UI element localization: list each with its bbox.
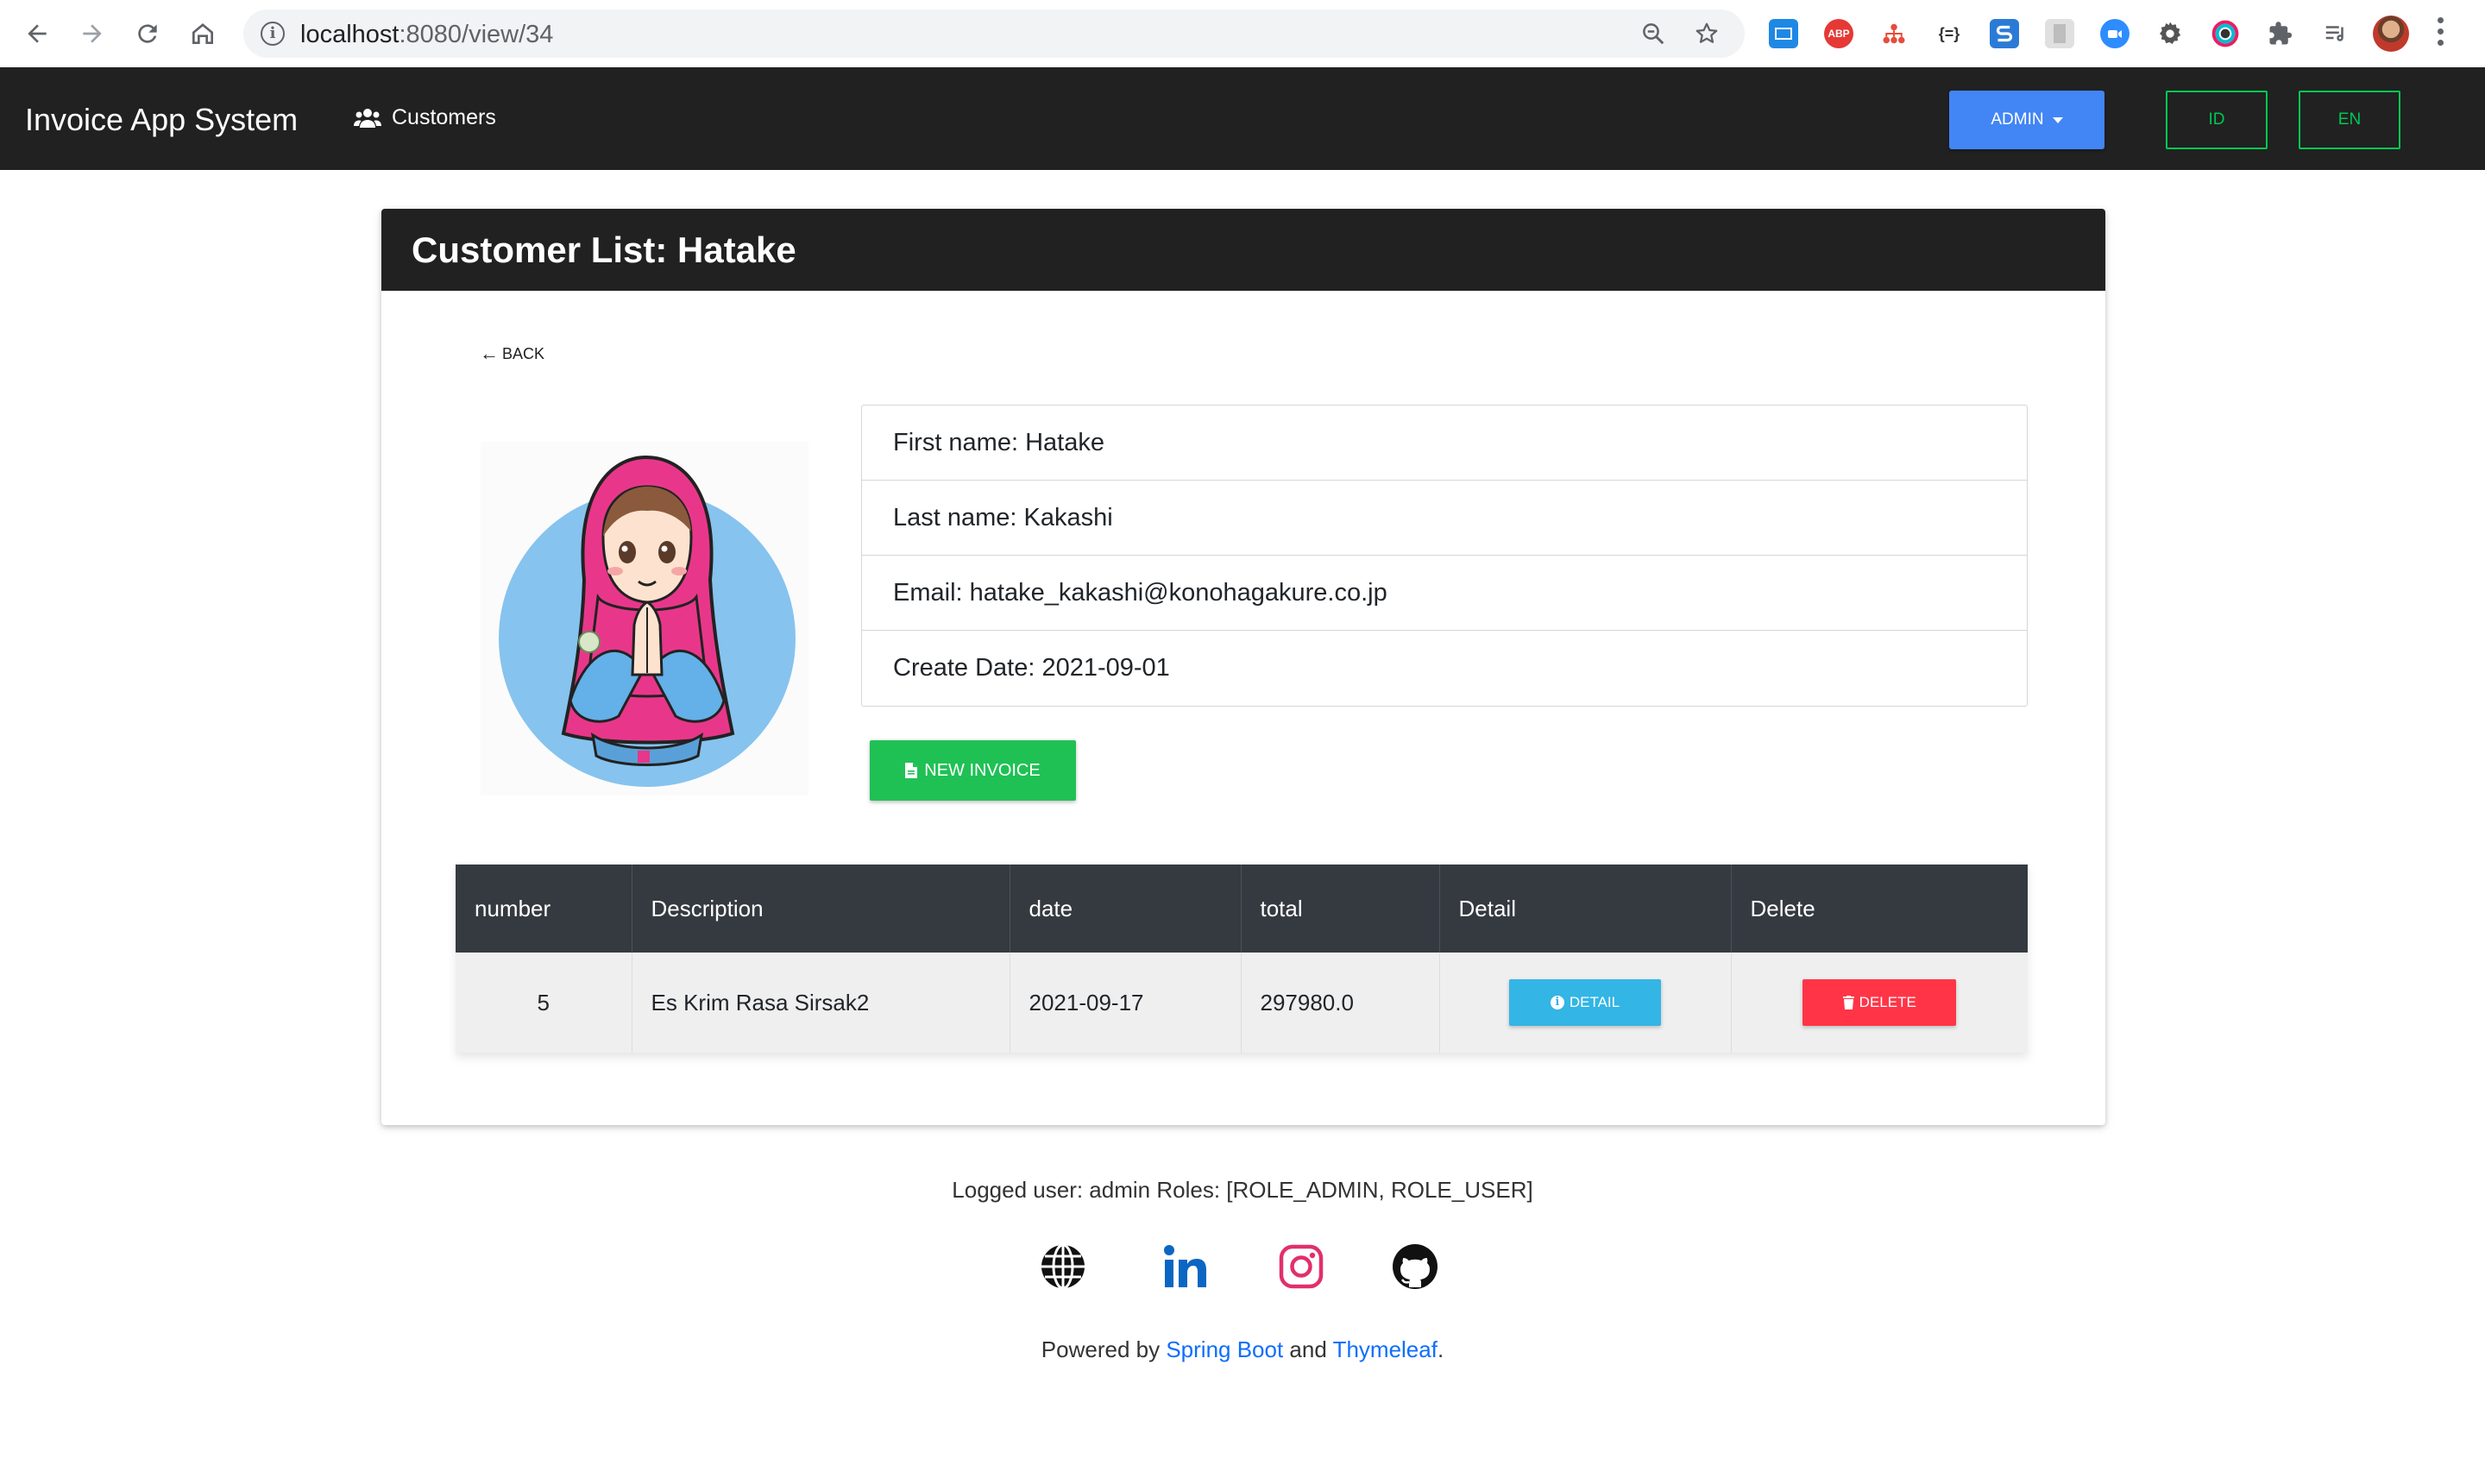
powered-and: and (1283, 1336, 1333, 1362)
zoom-meeting-icon[interactable] (2100, 19, 2130, 48)
cell-delete: DELETE (1731, 953, 2028, 1053)
browser-menu-icon[interactable] (2436, 17, 2444, 50)
bookmark-star-icon[interactable] (1693, 20, 1721, 47)
address-bar[interactable]: i localhost:8080/view/34 (243, 9, 1745, 58)
col-number-header: number (456, 865, 632, 953)
file-icon (905, 763, 918, 778)
zoom-icon[interactable] (1639, 20, 1667, 47)
home-icon[interactable] (183, 14, 223, 53)
page-title: Customer List: Hatake (412, 230, 796, 270)
extension-s-icon[interactable] (1990, 19, 2019, 48)
detail-button[interactable]: i DETAIL (1509, 979, 1661, 1026)
back-link[interactable]: ← BACK (480, 344, 544, 363)
card-header: Customer List: Hatake (381, 209, 2105, 291)
browser-toolbar: i localhost:8080/view/34 ABP {=} (0, 0, 2485, 68)
cell-total: 297980.0 (1241, 953, 1440, 1053)
powered-by-text: Powered by Spring Boot and Thymeleaf. (0, 1336, 2485, 1363)
users-icon (354, 108, 381, 128)
instagram-icon[interactable] (1277, 1242, 1325, 1291)
reload-icon[interactable] (128, 14, 167, 53)
linkedin-icon[interactable] (1161, 1242, 1210, 1291)
admin-dropdown-button[interactable]: ADMIN (1949, 91, 2104, 149)
table-header-row: number Description date total Detail Del… (456, 865, 2028, 953)
col-description-header: Description (632, 865, 1010, 953)
first-name-item: First name: Hatake (862, 406, 2027, 481)
powered-period: . (1437, 1336, 1444, 1362)
github-icon[interactable] (1391, 1242, 1439, 1291)
extensions-puzzle-icon[interactable] (2266, 19, 2295, 48)
lang-id-button[interactable]: ID (2166, 91, 2268, 149)
profile-avatar[interactable] (2373, 16, 2409, 52)
cell-description: Es Krim Rasa Sirsak2 (632, 953, 1010, 1053)
nav-customers-link[interactable]: Customers (354, 105, 496, 130)
arrow-left-icon: ← (480, 343, 499, 364)
color-picker-icon[interactable] (2211, 19, 2240, 48)
globe-icon[interactable] (1039, 1242, 1087, 1291)
delete-label: DELETE (1859, 994, 1916, 1010)
spring-boot-link[interactable]: Spring Boot (1166, 1336, 1283, 1362)
thymeleaf-link[interactable]: Thymeleaf (1333, 1336, 1438, 1362)
invoice-table: number Description date total Detail Del… (456, 865, 2028, 1053)
admin-label: ADMIN (1991, 110, 2044, 129)
powered-prefix: Powered by (1041, 1336, 1167, 1362)
table-row: 5 Es Krim Rasa Sirsak2 2021-09-17 297980… (456, 953, 2028, 1053)
logged-user-text: Logged user: admin Roles: [ROLE_ADMIN, R… (952, 1177, 1533, 1203)
back-label: BACK (502, 344, 545, 362)
lang-en-button[interactable]: EN (2299, 91, 2400, 149)
app-navbar: Invoice App System Customers ADMIN ID EN (0, 67, 2485, 170)
col-delete-header: Delete (1731, 865, 2028, 953)
customer-card: Customer List: Hatake ← BACK First name:… (381, 209, 2105, 1125)
detail-label: DETAIL (1569, 994, 1620, 1010)
nav-customers-label: Customers (392, 105, 496, 129)
social-links (1039, 1242, 1453, 1294)
settings-gear-icon[interactable] (2155, 19, 2185, 48)
cell-detail: i DETAIL (1439, 953, 1732, 1053)
extension-window-icon[interactable] (1769, 19, 1798, 48)
col-detail-header: Detail (1439, 865, 1732, 953)
customer-photo (481, 442, 808, 795)
site-info-icon[interactable]: i (261, 22, 285, 46)
cell-date: 2021-09-17 (1010, 953, 1242, 1053)
url-text[interactable]: localhost:8080/view/34 (300, 21, 553, 49)
reading-list-icon[interactable] (2321, 19, 2350, 48)
email-item: Email: hatake_kakashi@konohagakure.co.jp (862, 556, 2027, 631)
new-invoice-button[interactable]: NEW INVOICE (870, 740, 1076, 801)
col-date-header: date (1010, 865, 1242, 953)
cell-number: 5 (456, 953, 632, 1053)
new-invoice-label: NEW INVOICE (924, 760, 1041, 780)
trash-icon (1842, 996, 1854, 1009)
forward-arrow-icon[interactable] (72, 14, 112, 53)
back-arrow-icon[interactable] (17, 14, 57, 53)
create-date-item: Create Date: 2021-09-01 (893, 654, 1170, 682)
delete-button[interactable]: DELETE (1802, 979, 1957, 1026)
caret-down-icon (2052, 116, 2063, 123)
json-formatter-icon[interactable]: {=} (1935, 19, 1964, 48)
brand-title[interactable]: Invoice App System (25, 102, 298, 138)
last-name-item: Last name: Kakashi (862, 481, 2027, 556)
col-total-header: total (1241, 865, 1440, 953)
info-circle-icon: i (1550, 996, 1564, 1009)
extension-doc-icon[interactable] (2045, 19, 2074, 48)
customer-info-list: First name: Hatake Last name: Kakashi Em… (861, 405, 2028, 707)
adblock-plus-icon[interactable]: ABP (1824, 19, 1853, 48)
extension-tree-icon[interactable] (1879, 19, 1909, 48)
